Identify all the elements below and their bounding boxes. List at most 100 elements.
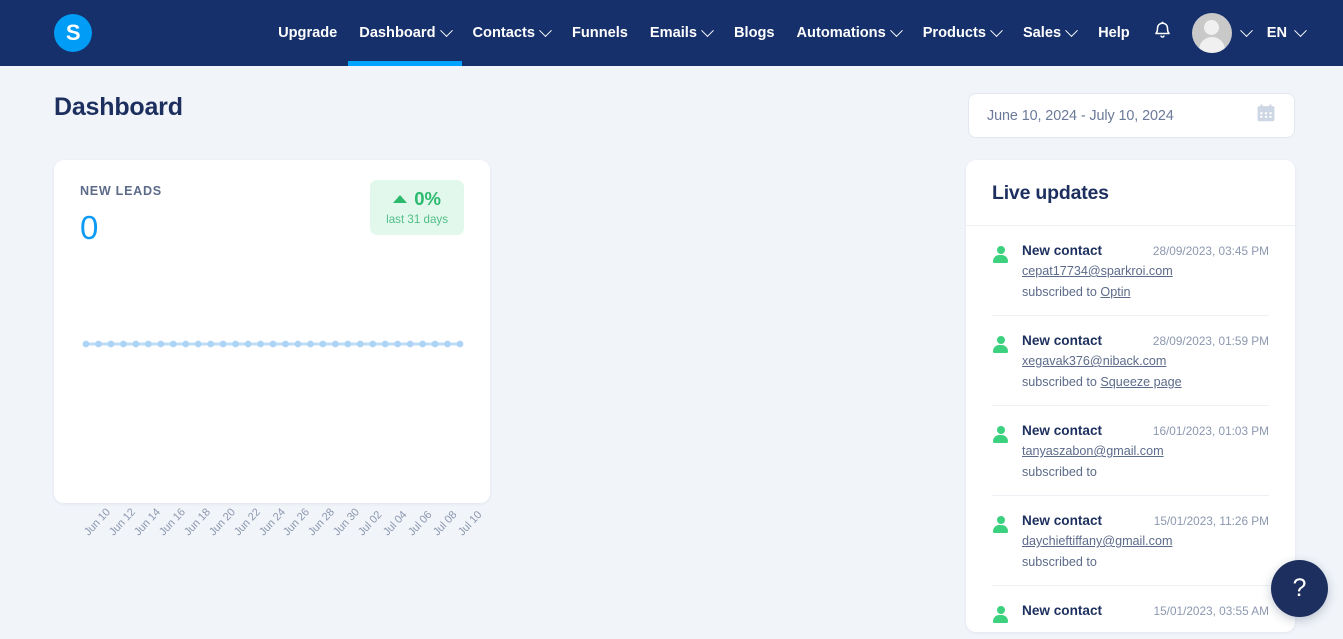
chart-data-point[interactable] [307,340,314,348]
chart-data-point[interactable] [207,340,215,348]
chevron-down-icon [1294,23,1307,37]
chart-plot-area [80,268,466,530]
live-update-timestamp: 15/01/2023, 03:55 AM [1153,604,1269,618]
chart-data-point[interactable] [144,340,152,348]
chart-data-point[interactable] [456,340,464,348]
live-update-body: New contact 28/09/2023, 03:45 PM cepat1773… [1022,243,1269,299]
nav-item-blogs[interactable]: Blogs [723,0,786,66]
nav-item-label: Sales [1022,25,1062,41]
user-account-menu[interactable] [1184,13,1257,53]
chart-data-point[interactable] [344,340,352,348]
chart-data-point[interactable] [419,340,426,348]
chart-data-point[interactable] [269,340,277,348]
nav-item-dashboard[interactable]: Dashboard [348,0,462,66]
nav-item-automations[interactable]: Automations [786,0,912,66]
top-navigation-bar: S Upgrade Dashboard Contacts Funnels Emails B… [0,0,1343,66]
live-update-kind: New contact [1022,513,1103,528]
help-button[interactable]: ? [1271,560,1328,617]
chart-data-point[interactable] [157,340,165,348]
delta-period: last 31 days [386,212,448,226]
live-updates-list: New contact 28/09/2023, 03:45 PM cepat1773… [966,226,1295,632]
live-update-item: New contact 15/01/2023, 11:26 PM daychieft… [992,496,1269,586]
chart-data-point[interactable] [282,340,289,348]
nav-item-sales[interactable]: Sales [1012,0,1087,66]
chart-data-point[interactable] [82,340,90,348]
live-update-timestamp: 16/01/2023, 01:03 PM [1152,424,1269,438]
live-update-kind: New contact [1022,243,1103,258]
bell-icon [1153,21,1172,46]
person-icon [992,425,1009,443]
chart-data-point[interactable] [95,340,102,348]
chart-data-point[interactable] [431,340,439,348]
language-label: EN [1266,25,1287,41]
chart-data-point[interactable] [394,340,402,348]
chevron-down-icon [701,23,714,37]
chart-data-point[interactable] [194,340,202,348]
language-selector[interactable]: EN [1257,23,1307,41]
nav-item-upgrade[interactable]: Upgrade [267,0,348,66]
live-update-item: New contact 15/01/2023, 03:55 AM [992,586,1269,632]
live-update-timestamp: 15/01/2023, 11:26 PM [1153,514,1269,528]
live-update-body: New contact 15/01/2023, 11:26 PM daychieft… [1022,513,1269,569]
calendar-icon [1256,103,1276,128]
nav-item-label: Blogs [733,25,775,41]
subscribed-prefix: subscribed to [1022,465,1097,479]
date-range-picker[interactable]: June 10, 2024 - July 10, 2024 [968,93,1295,138]
chart-data-point[interactable] [120,340,127,348]
chart-data-point[interactable] [356,340,364,348]
live-update-timestamp: 28/09/2023, 01:59 PM [1152,334,1269,348]
notifications-button[interactable] [1141,21,1184,46]
live-update-timestamp: 28/09/2023, 03:45 PM [1152,244,1269,258]
nav-item-label: Dashboard [359,25,436,41]
page-body: Dashboard June 10, 2024 - July 10, 2024 [0,66,1343,639]
chart-data-point[interactable] [182,340,190,348]
chart-data-point[interactable] [219,340,227,348]
chart-data-point[interactable] [331,340,339,348]
new-leads-header: NEW LEADS 0 0% last 31 days [80,180,464,246]
live-update-email-link[interactable]: xegavak376@niback.com [1022,354,1269,368]
page-title: Dashboard [54,93,183,121]
nav-item-label: Emails [649,25,697,41]
chart-data-point[interactable] [381,340,389,348]
page-header: Dashboard June 10, 2024 - July 10, 2024 [54,66,1295,138]
new-leads-label: NEW LEADS [80,184,162,198]
live-update-email-link[interactable]: cepat17734@sparkroi.com [1022,264,1269,278]
chart-data-point[interactable] [132,340,140,348]
chart-data-point[interactable] [257,340,264,348]
live-updates-header: Live updates [966,160,1295,226]
chevron-down-icon [539,23,552,37]
chart-data-point[interactable] [244,340,252,348]
live-update-kind: New contact [1022,603,1103,618]
date-range-value: June 10, 2024 - July 10, 2024 [987,107,1174,124]
subscribed-prefix: subscribed to [1022,285,1097,299]
main-nav-menu: Upgrade Dashboard Contacts Funnels Emails Blo… [267,0,1141,66]
live-update-email-link[interactable]: daychieftiffany@gmail.com [1022,534,1269,548]
brand-logo[interactable]: S [54,14,92,52]
live-update-subscription: subscribed to [1022,465,1269,479]
chart-data-point[interactable] [319,340,327,348]
live-update-email-link[interactable]: tanyaszabon@gmail.com [1022,444,1269,458]
subscribed-form-link[interactable]: Optin [1100,285,1130,299]
nav-item-products[interactable]: Products [912,0,1012,66]
nav-item-emails[interactable]: Emails [639,0,723,66]
live-update-kind: New contact [1022,423,1103,438]
live-update-row-top: New contact 15/01/2023, 03:55 AM [1022,603,1269,618]
live-update-body: New contact 15/01/2023, 03:55 AM [1022,603,1269,623]
live-update-subscription: subscribed to [1022,555,1269,569]
live-update-row-top: New contact 16/01/2023, 01:03 PM [1022,423,1269,438]
chart-data-point[interactable] [232,340,240,348]
chart-data-point[interactable] [169,340,177,348]
chart-data-point[interactable] [294,340,302,348]
chart-data-point[interactable] [369,340,377,348]
chart-data-point[interactable] [107,340,115,348]
live-updates-panel: Live updates New contact 28/09/2023, 03:4… [966,160,1295,632]
live-update-item: New contact 28/09/2023, 01:59 PM xegavak37… [992,316,1269,406]
nav-item-funnels[interactable]: Funnels [561,0,639,66]
chart-data-point[interactable] [406,340,414,348]
nav-item-help[interactable]: Help [1087,0,1141,66]
chart-data-point[interactable] [444,340,451,348]
person-icon [992,245,1009,263]
subscribed-form-link[interactable]: Squeeze page [1100,375,1181,389]
nav-item-label: Upgrade [278,25,338,41]
nav-item-contacts[interactable]: Contacts [462,0,561,66]
